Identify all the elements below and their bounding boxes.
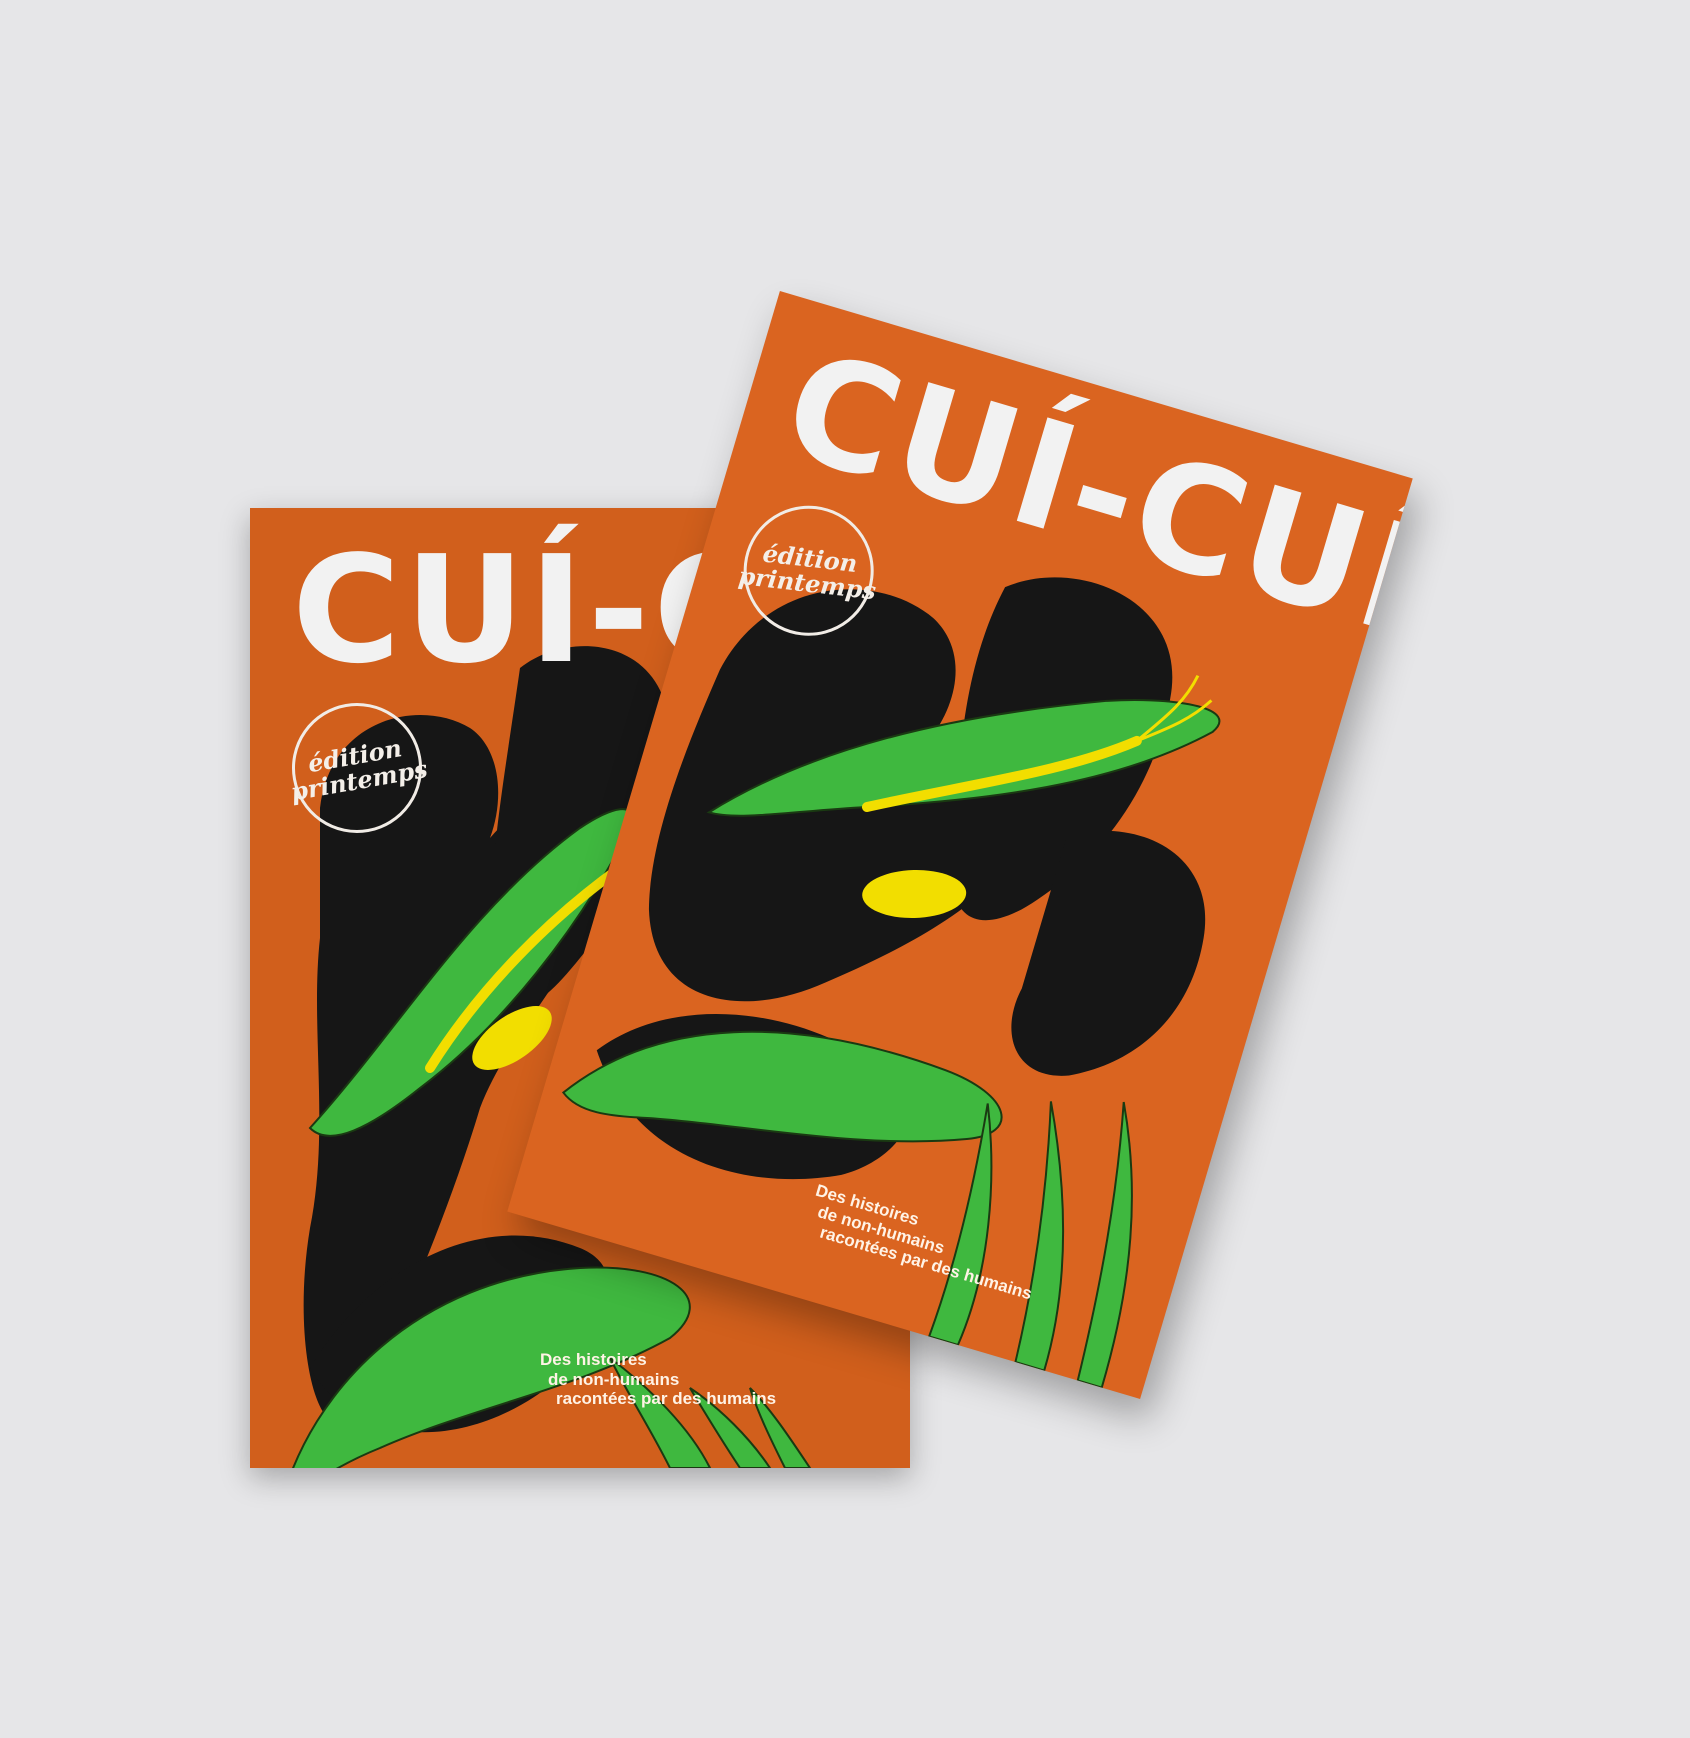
magazine-cover-front: CUÍ-CUÍ édition printemps Des histoires … — [507, 291, 1413, 1399]
tagline-line-2: de non-humains — [548, 1369, 680, 1389]
tagline-line-1: Des histoires — [540, 1350, 647, 1369]
cover-tagline: Des histoires de non-humains racontées p… — [540, 1350, 820, 1409]
tagline-line-3: racontées par des humains — [556, 1389, 777, 1409]
magazine-mockup-scene: CUÍ-CUÍ édition printemps Des histoires … — [0, 0, 1690, 1738]
